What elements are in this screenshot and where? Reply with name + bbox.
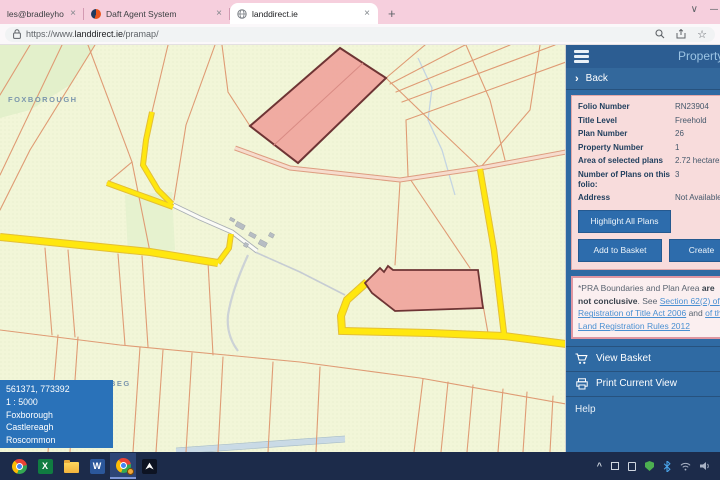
system-tray: ^	[597, 461, 714, 472]
tray-chevron-up-icon[interactable]: ^	[597, 461, 602, 471]
cart-icon	[575, 353, 588, 365]
tab-bradleyhomes[interactable]: les@bradleyhomes.ie ×	[0, 4, 84, 24]
panel-menu: View Basket Print Current View Help	[566, 346, 720, 422]
panel-title: Property	[678, 49, 720, 63]
address-bar[interactable]: https://www.landdirect.ie/pramap/ ☆	[5, 27, 715, 42]
taskbar-word-button[interactable]: W	[84, 453, 110, 479]
tab-title: Daft Agent System	[106, 9, 176, 19]
lock-icon	[13, 29, 21, 39]
overlay-coordinates: 561371, 773392	[6, 383, 107, 396]
field-row: Plan Number26	[578, 129, 720, 139]
word-icon: W	[90, 459, 105, 474]
map-info-overlay: 561371, 773392 1 : 5000 Foxborough Castl…	[0, 380, 113, 448]
overlay-scale: 1 : 5000	[6, 396, 107, 409]
bluetooth-icon[interactable]	[663, 461, 671, 472]
close-icon[interactable]: ×	[69, 9, 77, 19]
field-row: Title LevelFreehold	[578, 116, 720, 126]
folio-info-card: Folio NumberRN23904 Title LevelFreehold …	[571, 95, 720, 270]
overlay-barony: Castlereagh	[6, 421, 107, 434]
help-item[interactable]: Help	[566, 397, 720, 422]
add-to-basket-button[interactable]: Add to Basket	[578, 239, 662, 262]
minimize-button[interactable]: —	[710, 4, 718, 15]
overlay-county: Roscommon	[6, 434, 107, 447]
chevron-right-icon: ›	[575, 73, 579, 85]
defender-shield-icon[interactable]	[645, 461, 654, 471]
wifi-icon[interactable]	[680, 462, 691, 471]
field-row: Folio NumberRN23904	[578, 102, 720, 112]
tray-app-icon[interactable]	[611, 462, 619, 470]
printer-icon	[575, 378, 588, 390]
share-icon[interactable]	[676, 29, 686, 39]
view-basket-item[interactable]: View Basket	[566, 347, 720, 372]
taskbar-chrome-button[interactable]	[6, 453, 32, 479]
globe-favicon-icon	[237, 9, 247, 19]
overlay-townland: Foxborough	[6, 409, 107, 422]
taskbar-excel-button[interactable]: X	[32, 453, 58, 479]
townland-label: FOXBOROUGH	[8, 95, 78, 104]
panel-header: Property	[566, 45, 720, 68]
taskbar-chrome-active-button[interactable]	[110, 453, 136, 479]
new-tab-button[interactable]: +	[378, 6, 406, 24]
field-row: Number of Plans on this folio:3	[578, 170, 720, 189]
back-label: Back	[586, 73, 608, 84]
volume-icon[interactable]	[700, 461, 710, 471]
dark-app-icon	[142, 459, 157, 474]
field-row: Area of selected plans2.72 hectares	[578, 156, 720, 166]
windows-taskbar: X W ^	[0, 452, 720, 480]
field-row: AddressNot Available	[578, 193, 720, 203]
taskbar-file-explorer-button[interactable]	[58, 453, 84, 479]
zoom-icon[interactable]	[655, 29, 665, 39]
excel-icon: X	[38, 459, 53, 474]
tab-search-chevron-icon[interactable]: ∨	[691, 4, 698, 15]
print-current-view-item[interactable]: Print Current View	[566, 372, 720, 397]
tab-landdirect[interactable]: landdirect.ie ×	[230, 3, 378, 24]
create-button[interactable]: Create	[669, 239, 720, 262]
browser-window: les@bradleyhomes.ie × Daft Agent System …	[0, 0, 720, 480]
url-text: https://www.landdirect.ie/pramap/	[26, 29, 650, 39]
lock-badge-icon	[127, 468, 134, 475]
tab-title: landdirect.ie	[252, 9, 298, 19]
chrome-icon	[12, 459, 27, 474]
back-button[interactable]: › Back	[566, 68, 720, 90]
townland-label-partial: BEG	[110, 379, 131, 388]
tab-title: les@bradleyhomes.ie	[7, 9, 64, 19]
close-icon[interactable]: ×	[215, 9, 223, 19]
usb-icon[interactable]	[628, 462, 636, 471]
bookmark-star-icon[interactable]: ☆	[697, 28, 707, 41]
tab-daft-agent-system[interactable]: Daft Agent System ×	[84, 4, 230, 24]
close-icon[interactable]: ×	[363, 9, 371, 19]
browser-toolbar: https://www.landdirect.ie/pramap/ ☆	[0, 24, 720, 45]
menu-hamburger-icon[interactable]	[574, 50, 589, 63]
pra-disclaimer-note: *PRA Boundaries and Plan Area are not co…	[571, 276, 720, 339]
file-explorer-icon	[64, 462, 79, 473]
highlight-all-plans-button[interactable]: Highlight All Plans	[578, 210, 671, 233]
property-panel: Property › Back Folio NumberRN23904 Titl…	[566, 45, 720, 452]
taskbar-app-button[interactable]	[136, 453, 162, 479]
field-row: Property Number1	[578, 143, 720, 153]
daft-favicon-icon	[91, 9, 101, 19]
tab-strip: les@bradleyhomes.ie × Daft Agent System …	[0, 0, 720, 24]
property-map[interactable]: FOXBOROUGH BEG 561371, 773392 1 : 5000 F…	[0, 45, 566, 452]
